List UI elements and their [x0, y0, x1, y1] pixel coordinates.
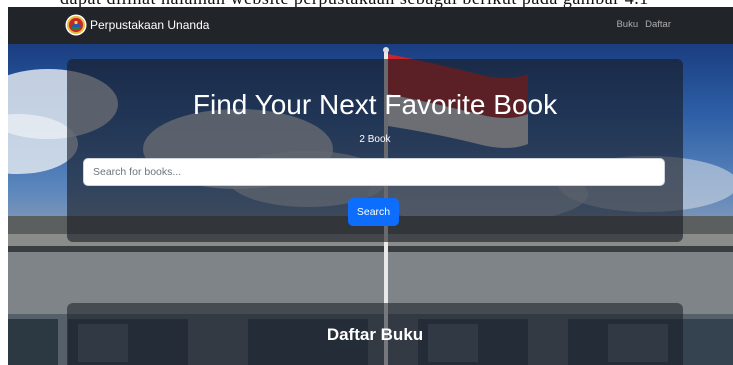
hero-headline: Find Your Next Favorite Book — [192, 89, 558, 120]
search-button[interactable]: Search — [348, 198, 399, 226]
nav-link-buku[interactable]: Buku — [616, 19, 638, 30]
nav-links: Buku Daftar — [616, 19, 671, 30]
nav-link-daftar[interactable]: Daftar — [645, 19, 671, 30]
search-input[interactable] — [83, 158, 665, 186]
book-count: 2 Book — [359, 134, 391, 145]
book-list-card: Daftar Buku — [67, 303, 683, 365]
hero-section: Find Your Next Favorite Book 2 Book Sear… — [8, 44, 733, 365]
brand-link[interactable]: Perpustakaan Unanda — [65, 14, 209, 36]
brand-label: Perpustakaan Unanda — [90, 18, 210, 32]
search-card: Find Your Next Favorite Book 2 Book Sear… — [67, 59, 683, 242]
university-emblem-icon — [65, 14, 87, 36]
book-list-title: Daftar Buku — [326, 325, 424, 344]
navbar: Perpustakaan Unanda Buku Daftar — [8, 7, 733, 44]
